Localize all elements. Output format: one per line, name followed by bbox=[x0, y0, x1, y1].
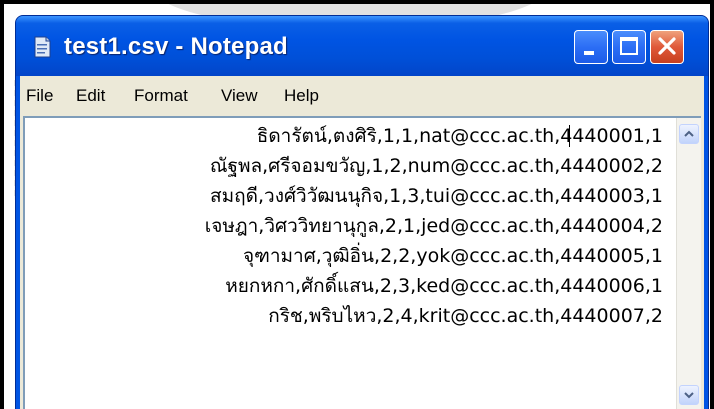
menu-file[interactable]: File bbox=[26, 86, 53, 106]
arrow-up-icon bbox=[684, 130, 694, 137]
text-line: เจษฎา,วิศววิทยานุกูล,2,1,jed@ccc.ac.th,4… bbox=[204, 215, 663, 237]
text-caret bbox=[569, 125, 570, 147]
notepad-icon[interactable] bbox=[32, 36, 52, 58]
vertical-scrollbar[interactable] bbox=[676, 118, 701, 409]
menu-view[interactable]: View bbox=[221, 86, 258, 106]
close-button[interactable] bbox=[650, 30, 684, 64]
scroll-down-button[interactable] bbox=[679, 385, 699, 405]
text-line: จุฑามาศ,วุฒิอิ่น,2,2,yok@ccc.ac.th,44400… bbox=[242, 245, 663, 267]
menu-format[interactable]: Format bbox=[134, 86, 188, 106]
text-editor[interactable]: ธิดารัตน์,ตงศิริ,1,1,nat@ccc.ac.th,44400… bbox=[23, 116, 701, 409]
window-client-area: File Edit Format View Help ธิดารัตน์,ตงศ… bbox=[20, 76, 704, 409]
minimize-icon bbox=[584, 51, 594, 55]
notepad-window: test1.csv - Notepad File Edit Format Vie… bbox=[15, 15, 709, 409]
text-line: สมฤดี,วงศ์วิวัฒนนุกิจ,1,3,tui@ccc.ac.th,… bbox=[210, 185, 663, 207]
close-icon bbox=[658, 37, 676, 55]
text-line: ธิดารัตน์,ตงศิริ,1,1,nat@ccc.ac.th,44400… bbox=[256, 125, 663, 147]
text-line: ณัฐพล,ศรีจอมขวัญ,1,2,num@ccc.ac.th,44400… bbox=[209, 155, 663, 177]
arrow-down-icon bbox=[684, 392, 694, 399]
text-content[interactable]: ธิดารัตน์,ตงศิริ,1,1,nat@ccc.ac.th,44400… bbox=[25, 118, 675, 409]
text-line: กริช,พริบไหว,2,4,krit@ccc.ac.th,4440007,… bbox=[268, 305, 663, 327]
title-bar[interactable]: test1.csv - Notepad bbox=[16, 16, 708, 76]
minimize-button[interactable] bbox=[574, 30, 608, 64]
text-line: หยกหกา,ศักดิ์แสน,2,3,ked@ccc.ac.th,44400… bbox=[225, 275, 663, 297]
menu-edit[interactable]: Edit bbox=[76, 86, 105, 106]
window-title: test1.csv - Notepad bbox=[64, 33, 288, 60]
maximize-button[interactable] bbox=[612, 30, 646, 64]
scroll-up-button[interactable] bbox=[679, 124, 699, 144]
menu-help[interactable]: Help bbox=[284, 86, 319, 106]
maximize-icon bbox=[620, 37, 638, 55]
menu-bar: File Edit Format View Help bbox=[20, 76, 704, 112]
